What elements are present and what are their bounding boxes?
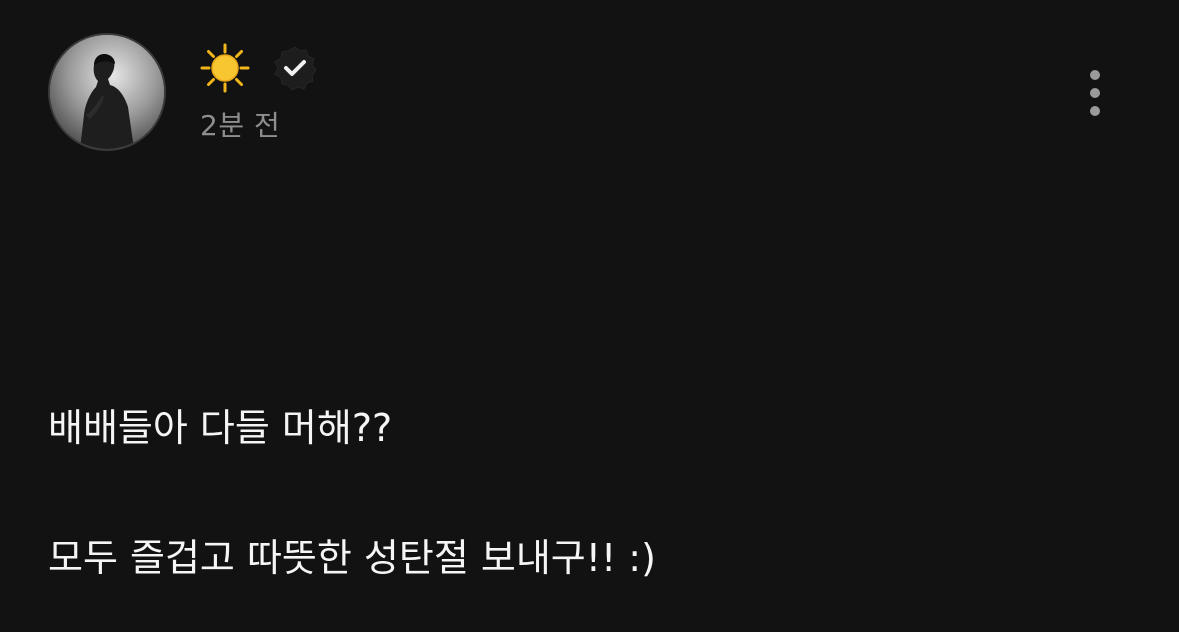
more-options-button[interactable]	[1072, 62, 1118, 124]
post-text-line: 배배들아 다들 머해??	[48, 406, 393, 450]
avatar[interactable]	[48, 33, 166, 151]
profile-photo	[50, 35, 164, 149]
author-name-row[interactable]	[200, 43, 318, 93]
more-vertical-icon	[1090, 70, 1100, 80]
post-text-line: 모두 즐겁고 따뜻한 성탄절 보내구!! :)	[48, 536, 656, 580]
more-vertical-icon-dot	[1090, 106, 1100, 116]
sun-emoji-icon	[200, 43, 250, 93]
post-timestamp: 2분 전	[200, 109, 281, 142]
verified-badge-icon	[274, 46, 317, 91]
post-card: 2분 전 배배들아 다들 머해?? 모두 즐겁고 따뜻한 성탄절 보내구!! :…	[0, 0, 1179, 632]
more-vertical-icon-dot	[1090, 88, 1100, 98]
